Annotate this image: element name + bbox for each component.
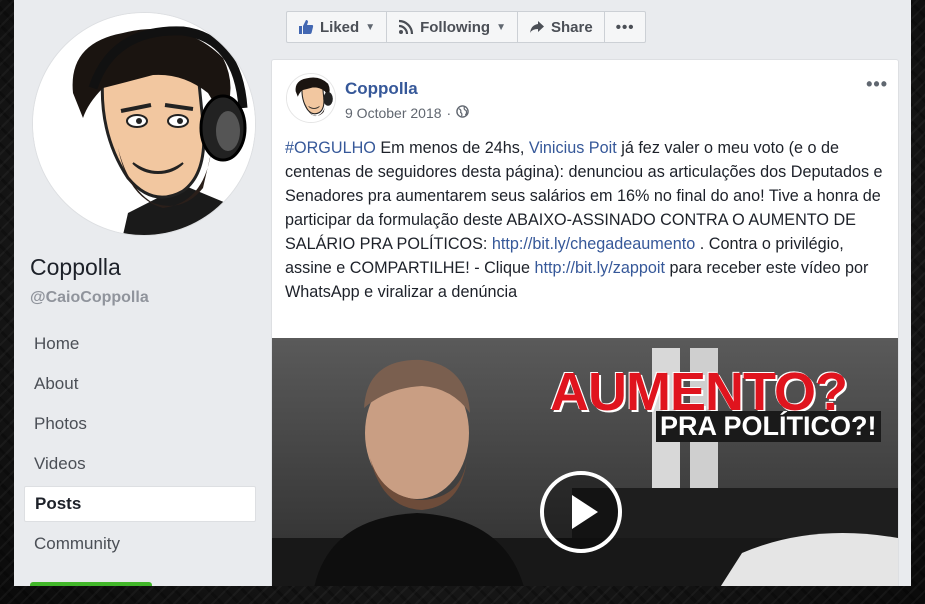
whatsapp-link[interactable]: http://bit.ly/zappoit	[535, 259, 665, 277]
hashtag-link[interactable]: #ORGULHO	[285, 139, 376, 157]
nav-item-home[interactable]: Home	[24, 326, 256, 362]
nav-item-videos[interactable]: Videos	[24, 446, 256, 482]
globe-icon[interactable]	[456, 105, 469, 121]
liked-label: Liked	[320, 18, 360, 36]
caret-down-icon: ▼	[365, 21, 376, 33]
page-title[interactable]: Coppolla	[30, 254, 121, 281]
caricature-avatar-icon	[33, 13, 255, 235]
nav-item-community[interactable]: Community	[24, 526, 256, 562]
share-button[interactable]: Share	[516, 11, 605, 43]
nav-item-posts[interactable]: Posts	[24, 486, 256, 522]
caricature-avatar-icon	[287, 74, 335, 122]
nav-item-photos[interactable]: Photos	[24, 406, 256, 442]
facebook-page: Coppolla @CaioCoppolla Home About Photos…	[14, 0, 911, 586]
post-meta: 9 October 2018 ·	[345, 105, 469, 121]
create-page-button[interactable]	[30, 582, 152, 586]
thumbs-up-icon	[298, 19, 314, 35]
profile-picture[interactable]	[32, 12, 256, 236]
post-author-name[interactable]: Coppolla	[345, 79, 418, 99]
more-dots-icon: •••	[615, 18, 635, 36]
post-author-avatar[interactable]	[286, 73, 336, 123]
following-label: Following	[420, 18, 491, 36]
liked-button[interactable]: Liked ▼	[286, 11, 388, 43]
caret-down-icon: ▼	[496, 21, 506, 33]
mention-link[interactable]: Vinicius Poit	[529, 139, 617, 157]
petition-link[interactable]: http://bit.ly/chegadeaumento	[492, 235, 695, 253]
rss-feed-icon	[398, 19, 414, 35]
post-text-part: Em menos de 24hs,	[375, 139, 529, 157]
page-handle[interactable]: @CaioCoppolla	[30, 289, 149, 307]
page-actions: Liked ▼ Following ▼ Share •••	[286, 11, 647, 43]
post-options-button[interactable]: •••	[866, 74, 888, 95]
nav-item-about[interactable]: About	[24, 366, 256, 402]
separator-dot: ·	[446, 105, 452, 121]
left-column: Coppolla @CaioCoppolla Home About Photos…	[14, 0, 270, 586]
post-card: Coppolla 9 October 2018 · ••• #ORGULHO E…	[271, 59, 899, 586]
post-body: #ORGULHO Em menos de 24hs, Vinicius Poit…	[285, 136, 885, 304]
share-arrow-icon	[529, 19, 545, 35]
more-options-button[interactable]: •••	[603, 11, 647, 43]
video-player[interactable]: AUMENTO? PRA POLÍTICO?!	[272, 338, 898, 586]
following-button[interactable]: Following ▼	[386, 11, 518, 43]
play-icon	[572, 495, 598, 529]
video-subheadline: PRA POLÍTICO?!	[656, 411, 881, 442]
play-button[interactable]	[540, 471, 622, 553]
share-label: Share	[550, 18, 593, 36]
page-nav: Home About Photos Videos Posts Community	[24, 326, 256, 566]
post-date[interactable]: 9 October 2018	[345, 105, 442, 121]
